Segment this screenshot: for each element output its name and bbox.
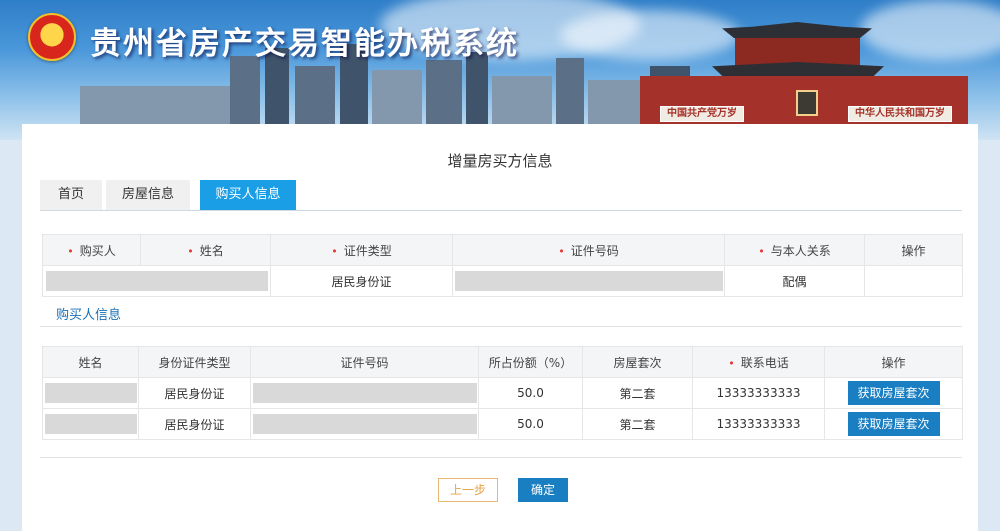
col-header-share: 所占份额（%） [478,346,583,378]
action-cell: 获取房屋套次 [824,408,963,440]
main-panel: 增量房买方信息 首页 房屋信息 购买人信息 • 购买人 • 姓名 • 证件类型 • 证件… [22,124,978,531]
tab-divider [40,210,962,211]
id-type-cell: 居民身份证 [138,408,251,440]
buyer-table-header: • 购买人 • 姓名 • 证件类型 • 证件号码 • 与本人关系 操作 [42,234,963,266]
col-header-name: • 姓名 [140,234,271,266]
phone-cell: 13333333333 [692,408,825,440]
share-cell: 50.0 [478,377,583,409]
get-house-count-button[interactable]: 获取房屋套次 [847,412,940,436]
house-count-cell: 第二套 [582,408,693,440]
section-divider [40,326,962,327]
header-label: 购买人 [79,243,116,258]
relation-cell[interactable]: 配偶 [724,265,865,297]
tab-buyer-info[interactable]: 购买人信息 [200,180,296,210]
id-number-cell [250,377,479,409]
tab-house-info[interactable]: 房屋信息 [106,180,190,210]
previous-step-button[interactable]: 上一步 [438,478,498,502]
id-type-cell: 居民身份证 [138,377,251,409]
col-header-id-type: 身份证件类型 [138,346,251,378]
table-row: 居民身份证 50.0 第二套 13333333333 获取房屋套次 [42,408,963,440]
header-label: 证件类型 [343,243,392,258]
header-label: 操作 [901,243,926,258]
redacted-value [454,271,723,291]
header-label: 证件号码 [570,243,619,258]
required-marker: • [331,244,338,258]
redacted-value [252,383,477,403]
confirm-button[interactable]: 确定 [518,478,568,502]
wall-sign-right: 中华人民共和国万岁 [848,106,952,122]
col-header-relation: • 与本人关系 [724,234,865,266]
required-marker: • [558,244,565,258]
redacted-value [44,414,137,434]
tab-home[interactable]: 首页 [40,180,102,210]
buyer-table: • 购买人 • 姓名 • 证件类型 • 证件号码 • 与本人关系 操作 居民身份证 配偶 [42,234,963,297]
redacted-value [44,383,137,403]
share-table-header: 姓名 身份证件类型 证件号码 所占份额（%） 房屋套次 • 联系电话 操作 [42,346,963,378]
required-marker: • [758,244,765,258]
header-label: 与本人关系 [770,243,831,258]
section-title: 购买人信息 [56,308,122,323]
header-label: 姓名 [199,243,224,258]
portrait-icon [796,90,818,116]
required-marker: • [187,244,194,258]
site-title: 贵州省房产交易智能办税系统 [90,26,519,62]
id-number-cell[interactable] [452,265,725,297]
name-cell [42,408,139,440]
table-row: 居民身份证 配偶 [42,265,963,297]
redacted-value [45,271,268,291]
footer-divider [40,457,962,458]
share-cell: 50.0 [478,408,583,440]
required-marker: • [67,244,74,258]
house-count-cell: 第二套 [582,377,693,409]
header-banner: 贵州省房产交易智能办税系统 中国共产党万岁 中华人民共和国万岁 [0,0,1000,140]
required-marker: • [728,356,735,370]
id-type-cell[interactable]: 居民身份证 [270,265,453,297]
name-cell [42,377,139,409]
col-header-name: 姓名 [42,346,139,378]
get-house-count-button[interactable]: 获取房屋套次 [847,381,940,405]
buyer-name-cell[interactable] [42,265,271,297]
col-header-id-type: • 证件类型 [270,234,453,266]
col-header-id-number: 证件号码 [250,346,479,378]
col-header-action: 操作 [824,346,963,378]
col-header-buyer: • 购买人 [42,234,141,266]
page-title: 增量房买方信息 [447,152,553,170]
phone-cell: 13333333333 [692,377,825,409]
action-cell [864,265,963,297]
id-number-cell [250,408,479,440]
col-header-phone: • 联系电话 [692,346,825,378]
redacted-value [252,414,477,434]
wall-sign-left: 中国共产党万岁 [660,106,744,122]
col-header-action: 操作 [864,234,963,266]
national-emblem-icon [28,13,76,61]
col-header-house-count: 房屋套次 [582,346,693,378]
action-cell: 获取房屋套次 [824,377,963,409]
col-header-id-number: • 证件号码 [452,234,725,266]
gate-tower-roof [722,22,872,38]
gate-tower-body [735,38,860,66]
header-label: 联系电话 [740,355,789,370]
table-row: 居民身份证 50.0 第二套 13333333333 获取房屋套次 [42,377,963,409]
buyer-share-table: 姓名 身份证件类型 证件号码 所占份额（%） 房屋套次 • 联系电话 操作 居民身… [42,346,963,440]
